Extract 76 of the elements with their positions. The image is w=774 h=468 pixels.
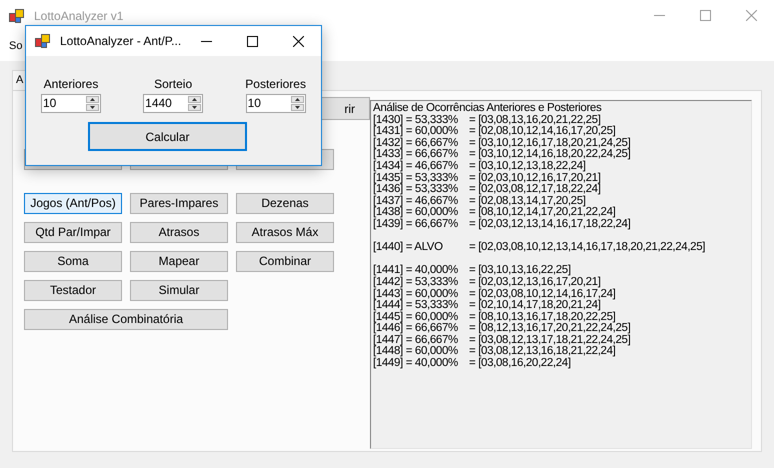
close-icon <box>746 10 756 21</box>
draw-percentage: [1448] = 60,000% <box>373 346 459 358</box>
draw-percentage: [1435] = 53,333% <box>373 172 459 184</box>
menu-item[interactable]: So <box>9 38 22 54</box>
spin-down-icon[interactable] <box>188 104 202 111</box>
action-button[interactable]: Soma <box>24 251 122 272</box>
drawn-numbers: = [02,03,10,12,16,17,20,21] <box>469 172 601 184</box>
drawn-numbers: = [08,10,12,14,17,20,21,22,24] <box>469 207 616 218</box>
drawn-numbers: = [03,10,12,13,18,22,24] <box>469 160 586 172</box>
drawn-numbers: = [03,08,12,13,16,18,21,22,24] <box>469 346 616 358</box>
draw-percentage: [1440] = ALVO <box>373 242 444 254</box>
draw-percentage: [1436] = 53,333% <box>373 184 459 196</box>
drawn-numbers: = [02,03,12,13,16,17,20,21] <box>469 276 601 288</box>
draw-percentage: [1442] = 53,333% <box>373 276 459 288</box>
drawn-numbers: = [02,03,08,10,12,14,16,17,24] <box>469 288 616 300</box>
action-button[interactable]: Pares-Impares <box>130 193 228 214</box>
dialog-title: LottoAnalyzer - Ant/P... <box>60 33 182 50</box>
action-button[interactable]: Análise Combinatória <box>24 309 228 330</box>
maximize-icon <box>700 10 710 21</box>
field-label: Sorteio <box>154 77 192 91</box>
drawn-numbers: = [02,03,12,13,14,16,17,18,22,24] <box>469 218 630 231</box>
drawn-numbers: = [03,10,13,16,22,25] <box>469 265 571 276</box>
spin-down-icon[interactable] <box>290 104 304 111</box>
drawn-numbers: = [02,03,08,12,17,18,22,24] <box>469 184 601 196</box>
number-spinner[interactable]: 1440 <box>143 94 204 113</box>
action-button[interactable]: Qtd Par/Impar <box>24 222 122 243</box>
draw-percentage: [1444] = 53,333% <box>373 300 459 312</box>
draw-percentage: [1445] = 60,000% <box>373 312 459 323</box>
drawn-numbers: = [02,08,13,14,17,20,25] <box>469 196 586 207</box>
app-icon <box>9 8 25 22</box>
drawn-numbers: = [02,10,14,17,18,20,21,24] <box>469 300 601 312</box>
spin-up-icon[interactable] <box>86 96 99 103</box>
drawn-numbers: = [03,10,12,16,17,18,20,21,24,25] <box>469 138 630 149</box>
spin-down-icon[interactable] <box>86 104 99 111</box>
draw-percentage: [1438] = 60,000% <box>373 207 459 218</box>
drawn-numbers: = [03,08,16,20,22,24] <box>469 358 571 370</box>
action-button[interactable]: Testador <box>24 280 122 301</box>
draw-percentage: [1431] = 60,000% <box>373 126 459 138</box>
action-button[interactable]: Mapear <box>130 251 228 272</box>
draw-percentage: [1449] = 40,000% <box>373 358 459 370</box>
draw-percentage: [1432] = 66,667% <box>373 138 459 149</box>
draw-percentage: [1441] = 40,000% <box>373 265 459 276</box>
draw-percentage: [1447] = 66,667% <box>373 334 459 346</box>
drawn-numbers: = [08,12,13,16,17,20,21,22,24,25] <box>469 323 630 334</box>
spin-up-icon[interactable] <box>290 96 304 103</box>
app-icon <box>35 34 51 48</box>
drawn-numbers: = [03,08,12,13,17,18,21,22,24,25] <box>469 334 630 346</box>
draw-percentage: [1430] = 53,333% <box>373 114 459 126</box>
output-heading: Análise de Ocorrências Anteriores e Posteriores <box>373 103 602 114</box>
action-button[interactable]: Simular <box>130 280 228 301</box>
output-text-area[interactable] <box>370 100 752 449</box>
drawn-numbers: = [03,08,13,16,20,21,22,25] <box>469 114 601 126</box>
spin-up-icon[interactable] <box>188 96 202 103</box>
number-spinner[interactable]: 10 <box>41 94 101 113</box>
drawn-numbers: = [02,03,08,10,12,13,14,16,17,18,20,21,22,24,25] <box>469 242 706 254</box>
draw-percentage: [1433] = 66,667% <box>373 149 459 160</box>
draw-percentage: [1437] = 46,667% <box>373 196 459 207</box>
drawn-numbers: = [08,10,13,16,17,18,20,22,25] <box>469 312 616 323</box>
field-label: Posteriores <box>245 77 306 91</box>
action-button[interactable]: Atrasos <box>130 222 228 243</box>
draw-percentage: [1434] = 46,667% <box>373 160 459 172</box>
drawn-numbers: = [03,10,12,14,16,18,20,22,24,25] <box>469 149 630 160</box>
maximize-icon <box>246 36 258 46</box>
close-icon <box>292 36 304 46</box>
number-spinner[interactable]: 10 <box>246 94 306 113</box>
window-title: LottoAnalyzer v1 <box>34 8 124 24</box>
draw-percentage: [1443] = 60,000% <box>373 288 459 300</box>
action-button[interactable]: Jogos (Ant/Pos) <box>24 193 122 214</box>
draw-percentage: [1446] = 66,667% <box>373 323 459 334</box>
drawn-numbers: = [02,08,10,12,14,16,17,20,25] <box>469 126 616 138</box>
action-button[interactable]: Atrasos Máx <box>236 222 334 243</box>
action-button[interactable]: Combinar <box>236 251 334 272</box>
action-button[interactable]: Dezenas <box>236 193 334 214</box>
calculate-button[interactable]: Calcular <box>88 122 247 151</box>
draw-percentage: [1439] = 66,667% <box>373 218 459 231</box>
field-label: Anteriores <box>44 77 98 91</box>
